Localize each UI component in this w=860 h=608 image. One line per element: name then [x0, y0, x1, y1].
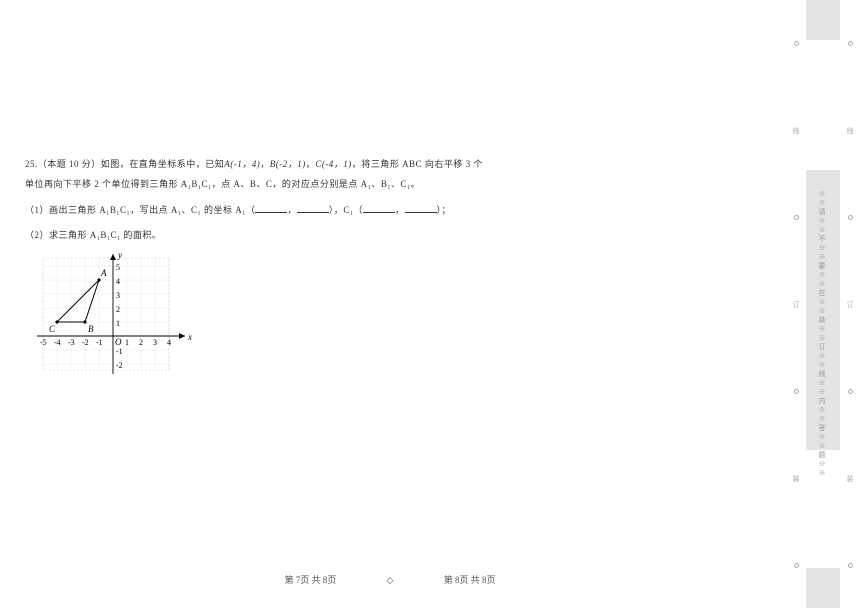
problem-part1: （1）画出三角形 A₁B₁C₁，写出点 A₁、C₁ 的坐标 A₁（ ， ），C₁（ ，… — [25, 201, 765, 221]
gutter-gray-bot — [806, 568, 840, 608]
xtick: 1 — [125, 338, 129, 347]
footer-left: 第 7页 共 8页 — [285, 573, 337, 586]
gutter-col-inner: 线 订 装 — [786, 0, 806, 608]
part1-end: ）； — [437, 205, 452, 215]
vertex-C-label: C — [49, 324, 56, 334]
footer-center-icon: ◇ — [387, 575, 394, 586]
problem-number: 25. — [25, 159, 38, 169]
ytick: -1 — [116, 347, 123, 356]
blank-A1x[interactable] — [255, 204, 287, 213]
gutter-label-line: 线 — [791, 127, 801, 134]
coordinate-graph: y x A B C O -5 -4 -3 -2 -1 1 2 3 4 5 4 3… — [25, 248, 200, 378]
problem-text: 25.（本题 10 分）如图，在直角坐标系中，已知A(-1，4) ， B(-2，1)… — [25, 155, 765, 246]
y-axis-label: y — [117, 250, 122, 260]
problem-line1: 25.（本题 10 分）如图，在直角坐标系中，已知A(-1，4)，B(-2，1)… — [25, 155, 765, 175]
part1-comma1: ， — [287, 205, 297, 215]
gutter-label-tie: 装 — [791, 475, 801, 482]
blank-C1y[interactable] — [405, 204, 437, 213]
punch-hole-icon — [794, 389, 799, 394]
origin-label: O — [115, 337, 122, 347]
binding-gutter: ※※请※※不※※要※※在※※装※※订※※线※※内※※答※※题※※ 线 订 装 线… — [782, 0, 860, 608]
problem-points: （本题 10 分） — [38, 159, 101, 169]
vertex-A-label: A — [100, 268, 107, 278]
ytick: 3 — [116, 291, 120, 300]
gutter-label-bind: 订 — [845, 301, 855, 308]
punch-hole-icon — [848, 215, 853, 220]
punch-hole-icon — [848, 389, 853, 394]
ytick: 4 — [116, 277, 120, 286]
gutter-label-tie: 装 — [845, 475, 855, 482]
problem-part2: （2）求三角形 A₁B₁C₁ 的面积。 — [25, 226, 765, 246]
ytick: 1 — [116, 319, 120, 328]
gutter-label-bind: 订 — [791, 301, 801, 308]
ytick: 2 — [116, 305, 120, 314]
intro: 如图，在直角坐标系中，已知 — [101, 159, 225, 169]
point-B: B(-2，1) — [270, 159, 306, 169]
graph-svg: y x A B C O -5 -4 -3 -2 -1 1 2 3 4 5 4 3… — [25, 248, 200, 378]
action1: ，将三角形 ABC 向右平移 3 个 — [352, 159, 483, 169]
part1-mid2: ），C₁（ — [329, 205, 363, 215]
x-axis-label: x — [187, 332, 192, 342]
ytick: 5 — [116, 263, 120, 272]
gutter-gray-top — [806, 0, 840, 40]
part1-comma2: ， — [395, 205, 405, 215]
punch-hole-icon — [794, 563, 799, 568]
ytick: -2 — [116, 361, 123, 370]
punch-hole-icon — [848, 563, 853, 568]
xtick: 3 — [153, 338, 157, 347]
page-footer: 第 7页 共 8页 ◇ 第 8页 共 8页 — [0, 573, 780, 586]
vertex-B-label: B — [88, 324, 94, 334]
blank-C1x[interactable] — [363, 204, 395, 213]
footer-right: 第 8页 共 8页 — [444, 573, 496, 586]
part1-pre: （1）画出三角形 A₁B₁C₁，写出点 A₁、C₁ 的坐标 A₁（ — [25, 205, 255, 215]
gutter-label-line: 线 — [845, 127, 855, 134]
problem-line2: 单位再向下平移 2 个单位得到三角形 A₁B₁C₁，点 A、B、C，的对应点分别… — [25, 175, 765, 195]
xtick: -2 — [82, 338, 89, 347]
point-C: C(-4，1) — [315, 159, 352, 169]
point-A: A(-1，4) — [224, 159, 260, 169]
xtick: 4 — [167, 338, 171, 347]
binding-warning-text: ※※请※※不※※要※※在※※装※※订※※线※※内※※答※※题※※ — [817, 190, 827, 478]
xtick: 2 — [139, 338, 143, 347]
xtick: -4 — [54, 338, 61, 347]
punch-hole-icon — [794, 41, 799, 46]
punch-hole-icon — [848, 41, 853, 46]
xtick: -3 — [68, 338, 75, 347]
xtick: -1 — [96, 338, 103, 347]
blank-A1y[interactable] — [297, 204, 329, 213]
punch-hole-icon — [794, 215, 799, 220]
gutter-col-outer: 线 订 装 — [840, 0, 860, 608]
xtick: -5 — [40, 338, 47, 347]
